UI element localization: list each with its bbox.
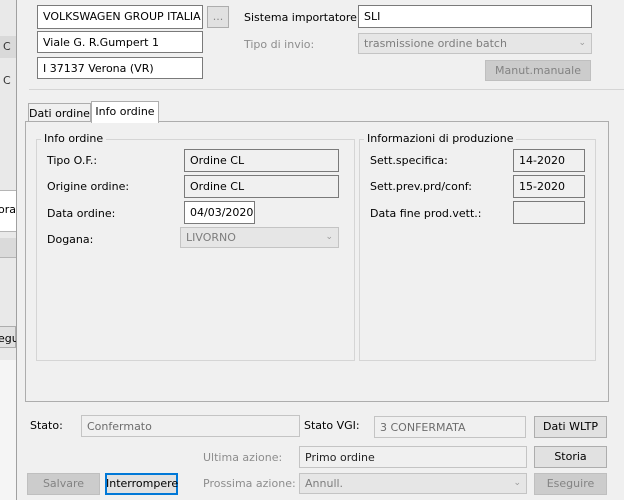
tipo-invio-select[interactable]: trasmissione ordine batch ⌄ bbox=[358, 33, 592, 54]
tab-info-ordine[interactable]: Info ordine bbox=[91, 101, 159, 123]
dati-wltp-button[interactable]: Dati WLTP bbox=[534, 416, 607, 438]
stato-vgi-label: Stato VGI: bbox=[304, 419, 360, 432]
dogana-value: LIVORNO bbox=[186, 231, 236, 244]
tipo-invio-label: Tipo di invio: bbox=[244, 38, 315, 51]
data-fine-field[interactable] bbox=[513, 201, 585, 224]
dogana-label: Dogana: bbox=[47, 233, 94, 246]
chevron-down-icon: ⌄ bbox=[513, 478, 521, 488]
background-window: C C orat egu bbox=[0, 0, 20, 500]
origine-field[interactable]: Ordine CL bbox=[184, 175, 339, 198]
importer-name-field[interactable]: VOLKSWAGEN GROUP ITALIA S. bbox=[37, 5, 203, 29]
stato-field[interactable]: Confermato bbox=[81, 415, 300, 437]
sett-spec-field[interactable]: 14-2020 bbox=[513, 149, 585, 172]
prossima-azione-label: Prossima azione: bbox=[203, 477, 296, 490]
sett-prev-label: Sett.prev.prd/conf: bbox=[370, 180, 472, 193]
sistema-field[interactable]: SLI bbox=[358, 5, 592, 28]
stato-vgi-field[interactable]: 3 CONFERMATA bbox=[374, 416, 526, 438]
sett-prev-field[interactable]: 15-2020 bbox=[513, 175, 585, 198]
origine-label: Origine ordine: bbox=[47, 180, 130, 193]
prossima-azione-value: Annull. bbox=[305, 477, 344, 490]
browse-button[interactable]: ... bbox=[207, 6, 229, 28]
stato-label: Stato: bbox=[30, 419, 63, 432]
info-ordine-group bbox=[36, 139, 355, 361]
city-field[interactable]: I 37137 Verona (VR) bbox=[37, 57, 203, 79]
chevron-down-icon: ⌄ bbox=[578, 38, 586, 48]
tab-dati-ordine[interactable]: Dati ordine bbox=[28, 103, 91, 122]
dogana-select[interactable]: LIVORNO ⌄ bbox=[180, 227, 339, 248]
produzione-group bbox=[359, 139, 596, 361]
prossima-azione-select[interactable]: Annull. ⌄ bbox=[299, 473, 527, 494]
tipo-invio-value: trasmissione ordine batch bbox=[364, 37, 507, 50]
info-ordine-title: Info ordine bbox=[41, 132, 107, 146]
eseguire-button[interactable]: Eseguire bbox=[534, 473, 607, 495]
tipo-of-label: Tipo O.F.: bbox=[47, 154, 98, 167]
order-dialog: VOLKSWAGEN GROUP ITALIA S. ... Viale G. … bbox=[16, 0, 624, 500]
sett-spec-label: Sett.specifica: bbox=[370, 154, 448, 167]
address-field[interactable]: Viale G. R.Gumpert 1 bbox=[37, 31, 203, 53]
interrompere-button[interactable]: Interrompere bbox=[105, 473, 178, 495]
tipo-of-field[interactable]: Ordine CL bbox=[184, 149, 339, 172]
storia-button[interactable]: Storia bbox=[534, 446, 607, 468]
tab-panel: Info ordine Tipo O.F.: Ordine CL Origine… bbox=[25, 121, 609, 402]
salvare-button[interactable]: Salvare bbox=[27, 473, 100, 495]
background-strip bbox=[0, 360, 16, 500]
chevron-down-icon: ⌄ bbox=[325, 232, 333, 242]
ultima-azione-label: Ultima azione: bbox=[203, 451, 283, 464]
background-text: C bbox=[3, 74, 11, 87]
sistema-label: Sistema importatore: bbox=[244, 11, 361, 24]
background-text: C bbox=[3, 40, 11, 53]
data-ordine-label: Data ordine: bbox=[47, 207, 116, 220]
data-fine-label: Data fine prod.vett.: bbox=[370, 207, 482, 220]
background-strip bbox=[0, 238, 16, 258]
ultima-azione-field[interactable]: Primo ordine bbox=[299, 446, 527, 468]
produzione-title: Informazioni di produzione bbox=[364, 132, 517, 146]
manual-button[interactable]: Manut.manuale bbox=[485, 60, 591, 81]
data-ordine-field[interactable]: 04/03/2020 bbox=[184, 201, 255, 224]
